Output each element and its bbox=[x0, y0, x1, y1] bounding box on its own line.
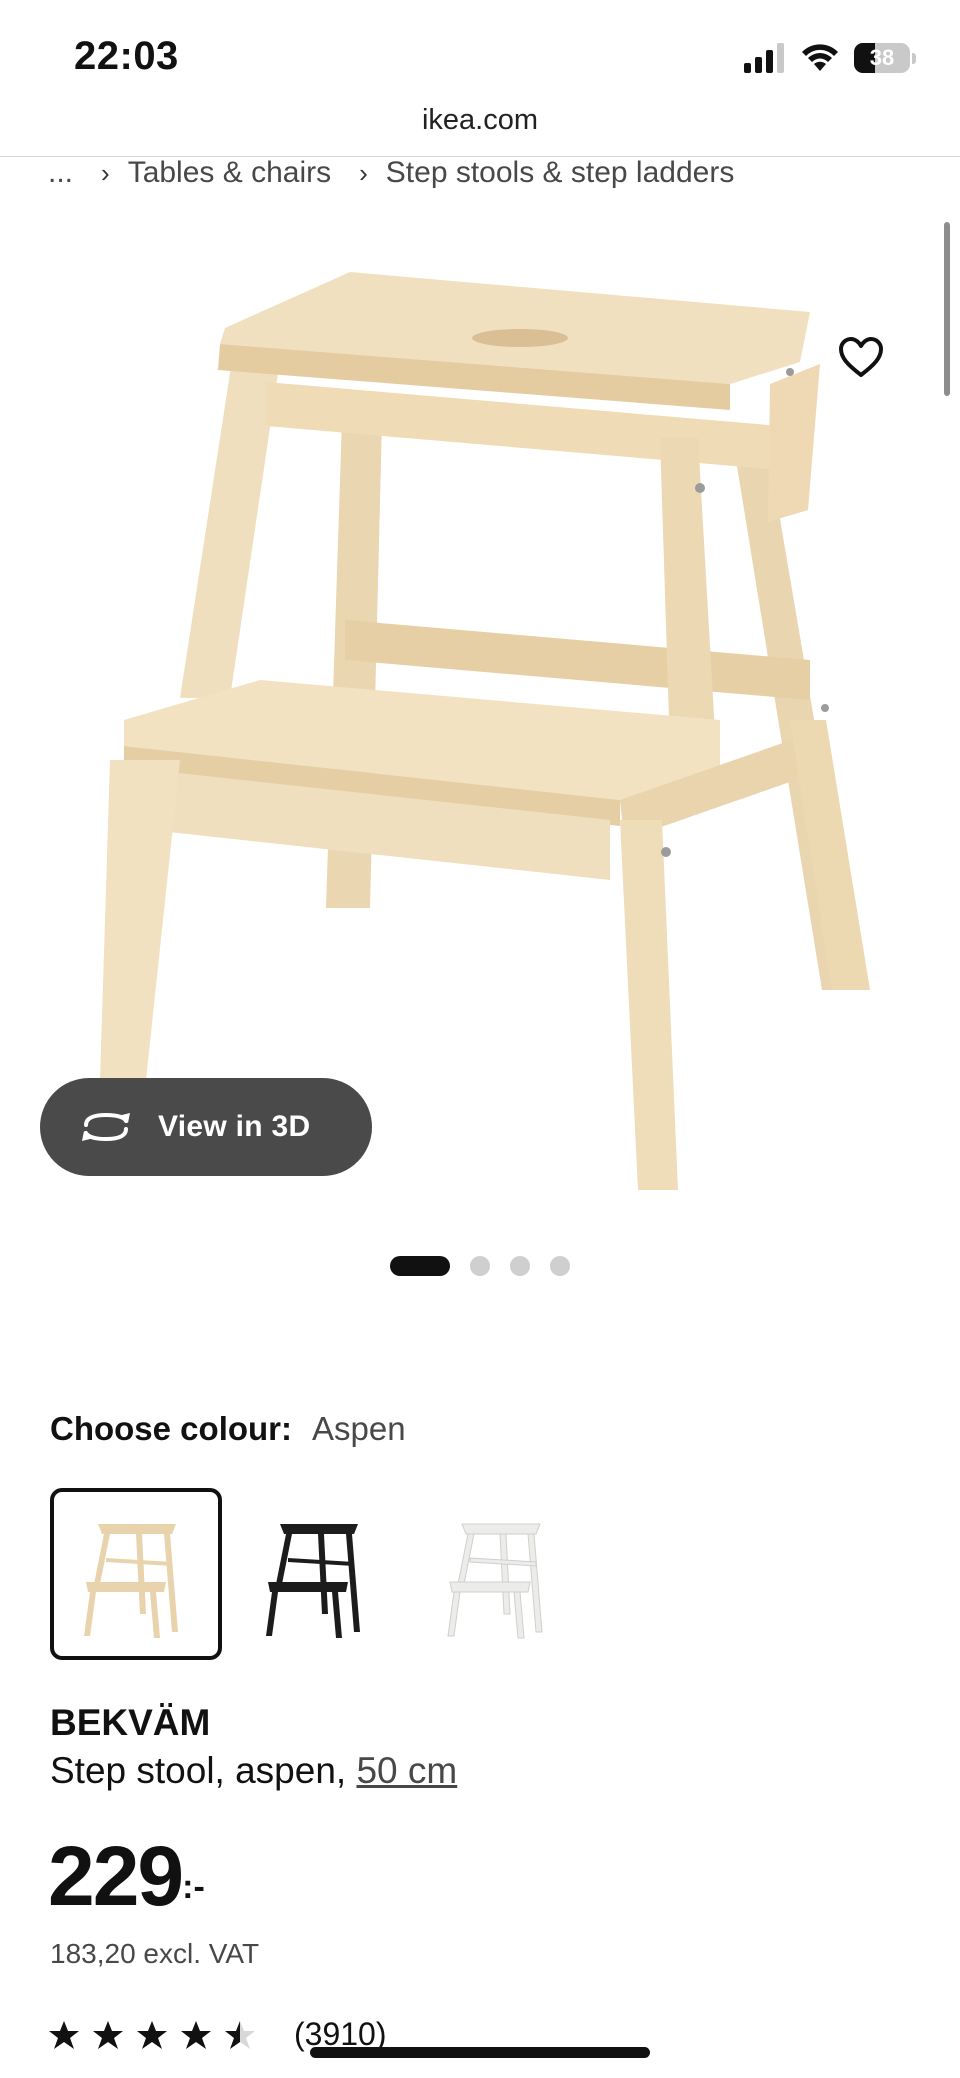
star-icon bbox=[137, 2020, 167, 2049]
carousel-dot[interactable] bbox=[390, 1256, 450, 1276]
breadcrumb-tables-chairs[interactable]: Tables & chairs bbox=[128, 156, 331, 190]
scroll-indicator[interactable] bbox=[944, 222, 950, 396]
star-icon bbox=[49, 2020, 79, 2049]
product-name: BEKVÄM bbox=[50, 1702, 211, 1743]
home-indicator bbox=[310, 2047, 650, 2058]
wifi-icon bbox=[802, 44, 838, 71]
carousel-dot[interactable] bbox=[470, 1256, 490, 1276]
product-price: 229 :- bbox=[48, 1834, 205, 1918]
product-image[interactable] bbox=[80, 260, 880, 1200]
colour-label: Choose colour: bbox=[50, 1410, 293, 1447]
stool-thumbnail bbox=[84, 1524, 178, 1638]
colour-swatches bbox=[50, 1488, 596, 1660]
swatch-white[interactable] bbox=[414, 1488, 586, 1660]
heart-icon bbox=[839, 337, 883, 377]
battery-percentage: 38 bbox=[869, 45, 895, 70]
chevron-right-icon: › bbox=[359, 157, 368, 188]
product-description-text: Step stool, aspen, bbox=[50, 1750, 357, 1791]
breadcrumb-step-stools[interactable]: Step stools & step ladders bbox=[386, 156, 735, 190]
address-bar-url[interactable]: ikea.com bbox=[0, 104, 960, 137]
carousel-dot[interactable] bbox=[510, 1256, 530, 1276]
swatch-black[interactable] bbox=[232, 1488, 404, 1660]
view-in-3d-button[interactable]: View in 3D bbox=[40, 1078, 372, 1176]
breadcrumb-ellipsis[interactable]: ... bbox=[48, 156, 73, 190]
battery-icon: 38 bbox=[854, 43, 910, 73]
cellular-signal-icon bbox=[744, 43, 784, 73]
battery-nub bbox=[912, 52, 916, 64]
breadcrumb: ... › Tables & chairs › Step stools & st… bbox=[48, 156, 734, 190]
product-measure-link[interactable]: 50 cm bbox=[356, 1750, 457, 1791]
product-description: Step stool, aspen, 50 cm bbox=[50, 1750, 457, 1792]
favorite-button[interactable] bbox=[830, 326, 892, 388]
rotate-3d-icon bbox=[82, 1112, 130, 1142]
status-time: 22:03 bbox=[74, 34, 179, 78]
carousel-dot[interactable] bbox=[550, 1256, 570, 1276]
star-icon bbox=[93, 2020, 123, 2049]
view-in-3d-label: View in 3D bbox=[158, 1110, 311, 1143]
stool-thumbnail bbox=[266, 1524, 360, 1638]
swatch-aspen[interactable] bbox=[50, 1488, 222, 1660]
chevron-right-icon: › bbox=[101, 157, 110, 188]
status-icons: 38 bbox=[744, 40, 916, 76]
star-icon bbox=[181, 2020, 211, 2049]
price-excl-vat: 183,20 excl. VAT bbox=[50, 1938, 260, 1969]
colour-selected-value: Aspen bbox=[312, 1410, 406, 1447]
price-integer: 229 bbox=[48, 1829, 184, 1923]
stool-thumbnail bbox=[447, 1523, 543, 1639]
carousel-dots[interactable] bbox=[390, 1256, 570, 1276]
star-half-icon bbox=[225, 2020, 255, 2049]
price-suffix: :- bbox=[182, 1868, 205, 1906]
colour-chooser: Choose colour: Aspen bbox=[50, 1410, 406, 1448]
